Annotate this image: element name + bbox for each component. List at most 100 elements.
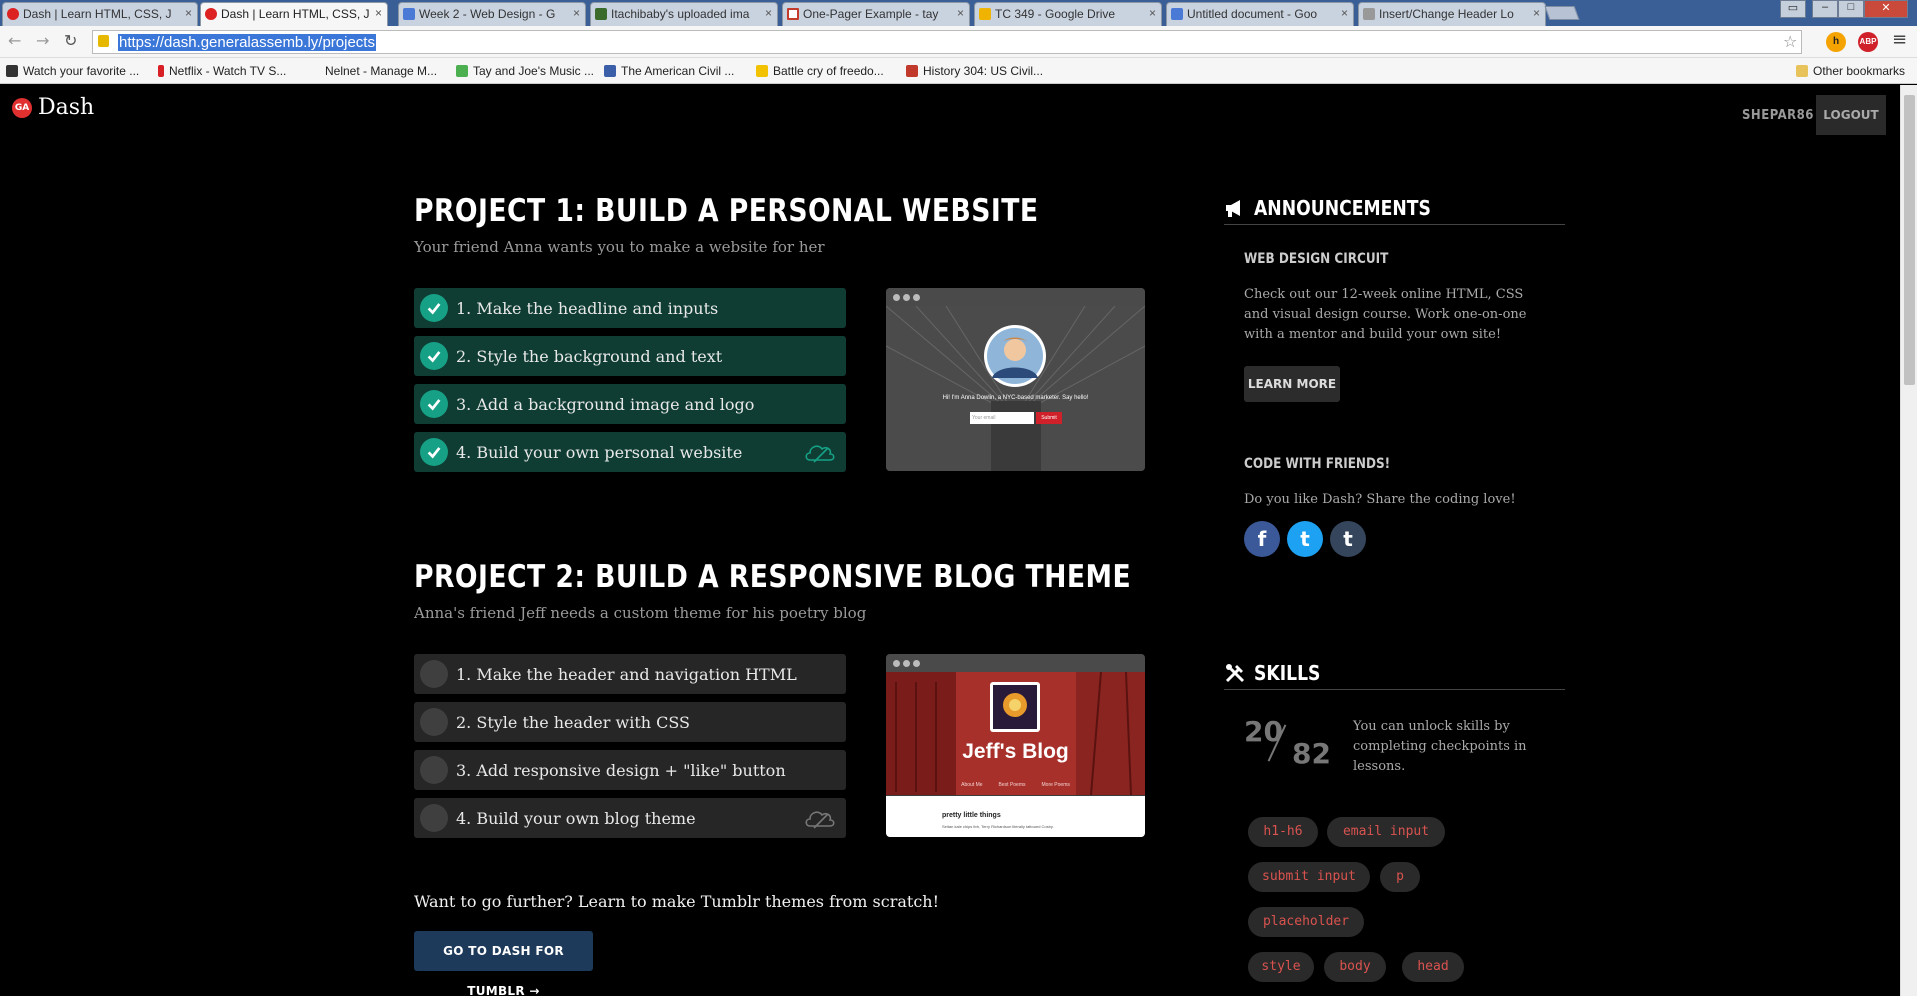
bookmark-item[interactable]: History 304: US Civil... (906, 64, 1043, 78)
tab-close-icon[interactable]: × (375, 6, 382, 20)
skills-total-count: 82 (1292, 737, 1331, 770)
drive-icon (456, 65, 468, 77)
ga-logo-icon: GA (12, 97, 32, 118)
browser-tab-active[interactable]: Dash | Learn HTML, CSS, J × (200, 2, 388, 26)
browser-tab[interactable]: Insert/Change Header Lo × (1358, 2, 1546, 26)
logout-button[interactable]: LOGOUT (1816, 95, 1886, 135)
preview-tagline: Hi! I'm Anna Dowlin, a NYC-based markete… (942, 395, 1089, 401)
reload-icon[interactable]: ↻ (64, 31, 77, 50)
skill-chip[interactable]: p (1380, 862, 1420, 892)
page-scrollbar[interactable] (1900, 85, 1917, 996)
tab-close-icon[interactable]: × (573, 6, 580, 20)
folder-icon (1796, 65, 1808, 77)
address-bar[interactable]: https://dash.generalassemb.ly/projects ☆ (92, 30, 1802, 54)
project-step[interactable]: 1. Make the header and navigation HTML (414, 654, 846, 694)
project-step[interactable]: 3. Add a background image and logo (414, 384, 846, 424)
adblock-plus-icon[interactable]: ABP (1858, 32, 1878, 52)
tab-close-icon[interactable]: × (1341, 6, 1348, 20)
bridge-background-image (886, 306, 1145, 471)
code-with-friends-title: CODE WITH FRIENDS! (1244, 456, 1391, 472)
tumblr-share-icon[interactable]: t (1330, 521, 1366, 557)
honey-extension-icon[interactable]: h (1826, 32, 1846, 52)
learn-more-button[interactable]: LEARN MORE (1244, 366, 1340, 402)
skill-chip[interactable]: placeholder (1248, 907, 1364, 937)
announcements-title: ANNOUNCEMENTS (1254, 195, 1431, 220)
skill-chip[interactable]: body (1324, 952, 1386, 982)
browser-tab[interactable]: TC 349 - Google Drive × (974, 2, 1162, 26)
dash-for-tumblr-button[interactable]: GO TO DASH FOR TUMBLR → (414, 931, 593, 996)
project-step[interactable]: 1. Make the headline and inputs (414, 288, 846, 328)
username-link[interactable]: SHEPAR86 (1742, 108, 1814, 123)
bookmark-item[interactable]: Tay and Joe's Music ... (456, 64, 594, 78)
new-tab-button[interactable] (1544, 6, 1580, 20)
bookmark-item[interactable]: Netflix - Watch TV S... (158, 64, 286, 78)
tab-close-icon[interactable]: × (765, 6, 772, 20)
project-step[interactable]: 2. Style the background and text (414, 336, 846, 376)
project-1-preview[interactable]: Hi! I'm Anna Dowlin, a NYC-based markete… (886, 288, 1145, 471)
bookmark-item[interactable]: Battle cry of freedo... (756, 64, 884, 78)
user-menu-button[interactable]: ▭ (1780, 0, 1806, 18)
incomplete-circle-icon (420, 660, 448, 688)
tab-title: Insert/Change Header Lo (1379, 7, 1514, 21)
project-2-preview[interactable]: Jeff's Blog About Me Best Poems More Poe… (886, 654, 1145, 837)
tab-close-icon[interactable]: × (1149, 6, 1156, 20)
minimize-button[interactable]: – (1812, 0, 1838, 18)
other-bookmarks[interactable]: Other bookmarks (1796, 64, 1905, 78)
tab-close-icon[interactable]: × (185, 6, 192, 20)
bookmark-item[interactable]: Watch your favorite ... (6, 64, 139, 78)
tab-title: Itachibaby's uploaded ima (611, 7, 750, 21)
twitter-share-icon[interactable]: t (1287, 521, 1323, 557)
blog-post-text: Seitan kale chips tbh, Terry Richardson … (942, 824, 1054, 829)
browser-tab-strip: Dash | Learn HTML, CSS, J × Dash | Learn… (0, 0, 1917, 26)
step-label: 3. Add responsive design + "like" button (456, 760, 786, 780)
tab-favicon-icon (595, 8, 607, 20)
bookmark-favicon-icon (756, 65, 768, 77)
preview-window-bar (886, 288, 1145, 306)
browser-tab[interactable]: Dash | Learn HTML, CSS, J × (2, 2, 198, 26)
project-step[interactable]: 4. Build your own personal website (414, 432, 846, 472)
facebook-share-icon[interactable]: f (1244, 521, 1280, 557)
project-title: PROJECT 1: BUILD A PERSONAL WEBSITE (414, 193, 1039, 229)
browser-tab[interactable]: Week 2 - Web Design - G × (398, 2, 586, 26)
megaphone-icon (1226, 199, 1240, 217)
forward-icon[interactable]: → (36, 31, 49, 50)
tab-title: Dash | Learn HTML, CSS, J (221, 7, 370, 21)
preview-submit-button: Submit (1036, 412, 1062, 424)
skill-chip[interactable]: style (1248, 952, 1314, 982)
step-label: 3. Add a background image and logo (456, 394, 755, 414)
incomplete-circle-icon (420, 756, 448, 784)
skills-header: SKILLS (1224, 656, 1565, 690)
browser-tab[interactable]: Itachibaby's uploaded ima × (590, 2, 778, 26)
drive-favicon-icon (979, 8, 991, 20)
web-design-circuit-text: Check out our 12-week online HTML, CSS a… (1244, 287, 1527, 342)
project-step[interactable]: 4. Build your own blog theme (414, 798, 846, 838)
browser-tab[interactable]: One-Pager Example - tay × (782, 2, 970, 26)
bookmark-item[interactable]: The American Civil ... (604, 64, 734, 78)
browser-menu-icon[interactable]: ≡ (1892, 29, 1907, 50)
tab-favicon-icon (205, 8, 217, 20)
skill-chip[interactable]: head (1402, 952, 1464, 982)
tab-close-icon[interactable]: × (957, 6, 964, 20)
bookmark-item[interactable]: Nelnet - Manage M... (308, 64, 437, 78)
bookmark-favicon-icon (308, 65, 320, 77)
skill-chip[interactable]: submit input (1248, 862, 1370, 892)
bookmark-star-icon[interactable]: ☆ (1783, 32, 1797, 51)
bookmark-favicon-icon (604, 65, 616, 77)
scrollbar-thumb[interactable] (1904, 95, 1915, 385)
close-window-button[interactable]: ✕ (1864, 0, 1908, 18)
address-url[interactable]: https://dash.generalassemb.ly/projects (118, 34, 376, 51)
logo-text: Dash (38, 95, 95, 120)
project-step[interactable]: 2. Style the header with CSS (414, 702, 846, 742)
maximize-button[interactable]: □ (1838, 0, 1864, 18)
browser-tab[interactable]: Untitled document - Goo × (1166, 2, 1354, 26)
tab-close-icon[interactable]: × (1533, 6, 1540, 20)
project-step[interactable]: 3. Add responsive design + "like" button (414, 750, 846, 790)
skill-chip[interactable]: h1-h6 (1248, 817, 1318, 847)
blog-post-title: pretty little things (942, 812, 1001, 819)
skills-counter: 20 82 (1244, 715, 1331, 775)
dash-logo[interactable]: GA Dash (12, 95, 94, 120)
skill-chip[interactable]: email input (1327, 817, 1445, 847)
back-icon[interactable]: ← (8, 31, 21, 50)
project-title: PROJECT 2: BUILD A RESPONSIVE BLOG THEME (414, 559, 1132, 595)
blog-nav: About Me Best Poems More Poems (886, 782, 1145, 788)
